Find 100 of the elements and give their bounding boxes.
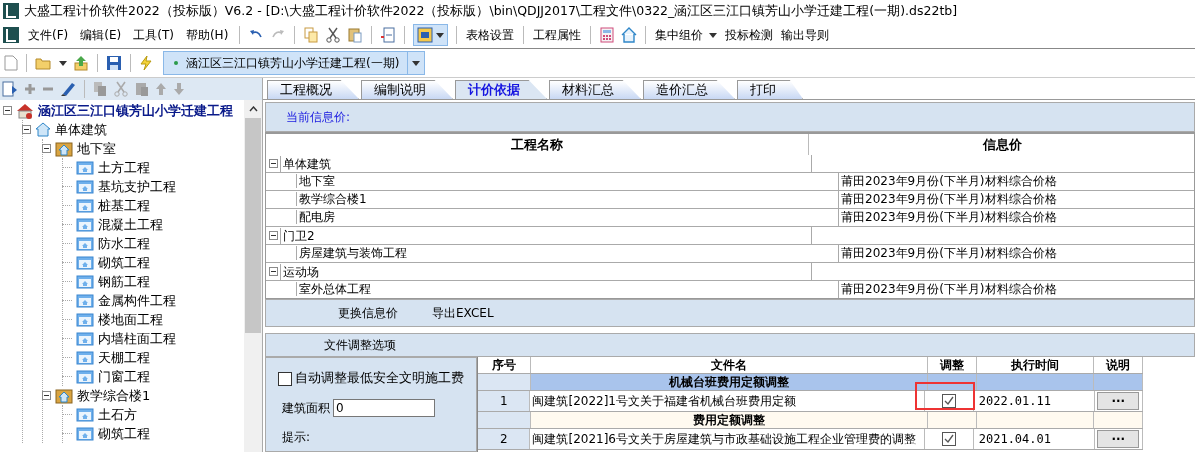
table-cell: 闽建筑[2022]1号文关于福建省机械台班费用定额 [530,391,926,411]
tree-item[interactable]: 楼地面工程 [98,310,163,329]
tree-item[interactable]: 防水工程 [98,234,150,253]
more-button[interactable]: ··· [1097,392,1140,410]
menu-item[interactable]: 文件(F) [25,26,72,44]
tree-item[interactable]: 混凝土工程 [98,215,163,234]
document-arrow-icon[interactable] [2,81,18,97]
down-arrow-icon [173,82,185,96]
caret-icon [412,60,421,66]
app-logo-icon [3,27,19,43]
control-panel-icon [417,27,434,43]
tab[interactable]: 材料汇总 [549,80,641,99]
folder-icon [76,274,94,289]
collapse-icon[interactable] [269,231,278,240]
table-cell: 莆田2023年9月份(下半月)材料综合价格 [841,282,1057,296]
scissors-icon[interactable] [325,27,342,43]
folder-icon [76,236,94,251]
checkbox[interactable] [942,432,956,446]
action-button[interactable]: 导出EXCEL [430,304,496,322]
tab[interactable]: 计价依据 [455,80,547,99]
table-cell: 莆田2023年9月份(下半月)材料综合价格 [841,174,1057,188]
scrollbar[interactable] [244,100,262,452]
folder-icon [76,160,94,175]
collapse-icon[interactable] [269,267,278,276]
tree-item[interactable]: 单体建筑 [55,120,107,139]
caret-icon[interactable] [59,60,67,66]
toolbar-button[interactable]: 集中组价 [654,26,719,44]
lightning-icon[interactable] [139,55,153,71]
document-icon[interactable] [380,27,397,43]
tree-item[interactable]: 地下室 [77,139,116,158]
menu-item[interactable]: 工具(T) [130,26,177,44]
column-header: 工程名称 [266,134,809,155]
hint-text: 提示: [281,429,312,446]
save-icon[interactable] [106,55,122,71]
tree-item[interactable]: 基坑支护工程 [98,177,176,196]
table-cell: 运动场 [280,263,319,280]
scissors-icon [113,81,129,97]
tab[interactable]: 编制说明 [361,80,453,99]
table-cell: 单体建筑 [280,155,331,172]
tree-item[interactable]: 涵江区三江口镇芳山小学迁建工程 [38,101,233,120]
checkbox[interactable] [942,394,956,408]
tab[interactable]: 工程概况 [267,80,359,99]
row-number: 1 [478,391,531,411]
collapse-icon[interactable] [42,391,51,400]
collapse-icon[interactable] [22,125,31,134]
pen-icon[interactable] [60,81,76,97]
tree-item[interactable]: 砌筑工程 [98,424,150,443]
project-dropdown[interactable]: 涵江区三江口镇芳山小学迁建工程(一期) [163,51,426,75]
menu-item[interactable]: 编辑(E) [77,26,125,44]
tree-item[interactable]: 土石方 [98,405,137,424]
table-cell: 地下室 [296,174,335,188]
highlight-rectangle [915,382,976,410]
tree-item[interactable]: 金属构件工程 [98,291,176,310]
collapse-icon[interactable] [269,159,278,168]
scroll-up-icon[interactable] [248,106,258,112]
row-number: 2 [478,429,531,449]
table-cell: 莆田2023年9月份(下半月)材料综合价格 [841,210,1057,224]
control-dropdown-button[interactable] [413,24,449,46]
tab[interactable]: 造价汇总 [643,80,735,99]
tree-item[interactable]: 教学综合楼1 [77,386,151,405]
folder-icon [76,255,94,270]
section-title: 文件调整选项 [324,336,396,354]
table-cell: 莆田2023年9月份(下半月)材料综合价格 [841,246,1057,260]
tree-item[interactable]: 内墙柱面工程 [98,329,176,348]
calculator-icon[interactable] [599,27,616,43]
tree-item[interactable]: 钢筋工程 [98,272,150,291]
paste-icon[interactable] [347,27,364,43]
toolbar-button[interactable]: 工程属性 [532,26,583,44]
folder-icon [76,331,94,346]
toolbar-button[interactable]: 输出导则 [780,26,831,44]
tree-item[interactable]: 门窗工程 [98,367,150,386]
tree-item[interactable]: 桩基工程 [98,196,150,215]
home-icon[interactable] [621,27,638,43]
group-header[interactable]: 费用定额调整 [531,412,928,428]
folder-icon [76,293,94,308]
toolbar-button[interactable]: 投标检测 [724,26,775,44]
checkbox[interactable] [278,371,292,386]
group-header[interactable]: 机械台班费用定额调整 [531,374,928,390]
area-input-field[interactable]: 0 [333,399,435,417]
table-cell: 2021.04.01 [973,429,1095,449]
tree-item[interactable]: 天棚工程 [98,348,150,367]
caret-icon [709,32,718,38]
table-cell: 配电房 [296,210,335,224]
tree-item[interactable]: 土方工程 [98,158,150,177]
toolbar-button[interactable]: 表格设置 [465,26,516,44]
folder-icon [76,312,94,327]
folder-house-icon [55,140,73,157]
info-price-label: 当前信息价: [286,108,351,126]
table-cell: 闽建筑[2021]6号文关于房屋建筑与市政基础设施工程企业管理费的调整 [530,429,926,449]
collapse-icon[interactable] [3,106,12,115]
app-logo-icon [3,3,19,19]
collapse-icon[interactable] [42,144,51,153]
upload-icon[interactable] [73,55,89,71]
more-button[interactable]: ··· [1097,430,1140,448]
folder-house-icon [55,387,73,404]
folder-icon [76,426,94,441]
tree-item[interactable]: 砌筑工程 [98,253,150,272]
action-button[interactable]: 更换信息价 [336,304,400,322]
tab[interactable]: 打印 [737,80,803,99]
menu-item[interactable]: 帮助(H) [182,26,232,44]
